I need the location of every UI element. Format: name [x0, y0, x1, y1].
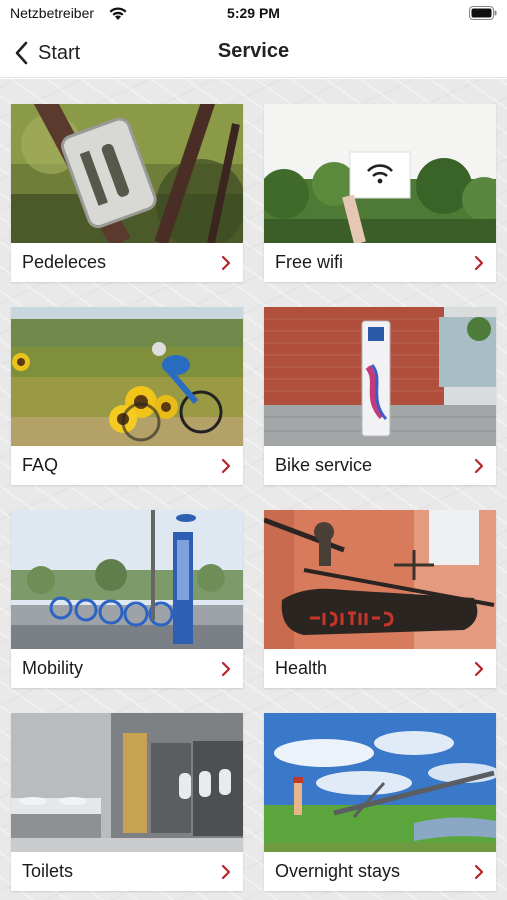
status-bar: Netzbetreiber 5:29 PM — [0, 0, 507, 28]
tile-footer: Free wifi — [264, 243, 496, 282]
tile-footer: Health — [264, 649, 496, 688]
bike-rental-station-photo — [11, 510, 243, 649]
riverside-landscape-photo — [264, 713, 496, 852]
chevron-right-icon — [221, 255, 231, 270]
tile-faq[interactable]: FAQ — [11, 307, 243, 485]
page-title: Service — [217, 40, 290, 62]
tile-label: Bike service — [275, 455, 373, 475]
tile-toilets[interactable]: Toilets — [11, 713, 243, 891]
status-time: 5:29 PM — [227, 5, 280, 21]
tile-label: Pedeleces — [22, 252, 107, 272]
tile-mobility[interactable]: Mobility — [11, 510, 243, 688]
tile-footer: Bike service — [264, 446, 496, 485]
tile-label: Overnight stays — [275, 861, 401, 881]
tile-footer: Overnight stays — [264, 852, 496, 891]
tile-overnight-stays[interactable]: Overnight stays — [264, 713, 496, 891]
navigation-bar: Start Service — [0, 28, 507, 78]
tile-footer: Pedeleces — [11, 243, 243, 282]
cyclist-sunflowers-photo — [11, 307, 243, 446]
service-grid: Pedeleces Free wifi FAQ Bike service Mob… — [0, 79, 507, 900]
tile-health[interactable]: Health — [264, 510, 496, 688]
chevron-right-icon — [221, 661, 231, 676]
tile-label: Toilets — [22, 861, 74, 881]
wifi-sign-photo — [264, 104, 496, 243]
tile-bike-service[interactable]: Bike service — [264, 307, 496, 485]
tile-label: FAQ — [22, 455, 59, 475]
pharmacy-sign-photo — [264, 510, 496, 649]
chevron-right-icon — [474, 458, 484, 473]
chevron-right-icon — [221, 458, 231, 473]
tile-free-wifi[interactable]: Free wifi — [264, 104, 496, 282]
bike-closeup-photo — [11, 104, 243, 243]
tile-footer: Toilets — [11, 852, 243, 891]
chevron-right-icon — [474, 255, 484, 270]
chevron-right-icon — [474, 864, 484, 879]
tile-footer: FAQ — [11, 446, 243, 485]
chevron-right-icon — [474, 661, 484, 676]
tile-pedeleces[interactable]: Pedeleces — [11, 104, 243, 282]
tile-label: Free wifi — [275, 252, 344, 272]
chevron-right-icon — [221, 864, 231, 879]
service-content: Pedeleces Free wifi FAQ Bike service Mob… — [0, 79, 507, 900]
tile-label: Mobility — [22, 658, 84, 678]
tile-footer: Mobility — [11, 649, 243, 688]
bike-repair-station-photo — [264, 307, 496, 446]
battery-icon — [469, 6, 497, 20]
tile-label: Health — [275, 658, 328, 678]
restroom-photo — [11, 713, 243, 852]
